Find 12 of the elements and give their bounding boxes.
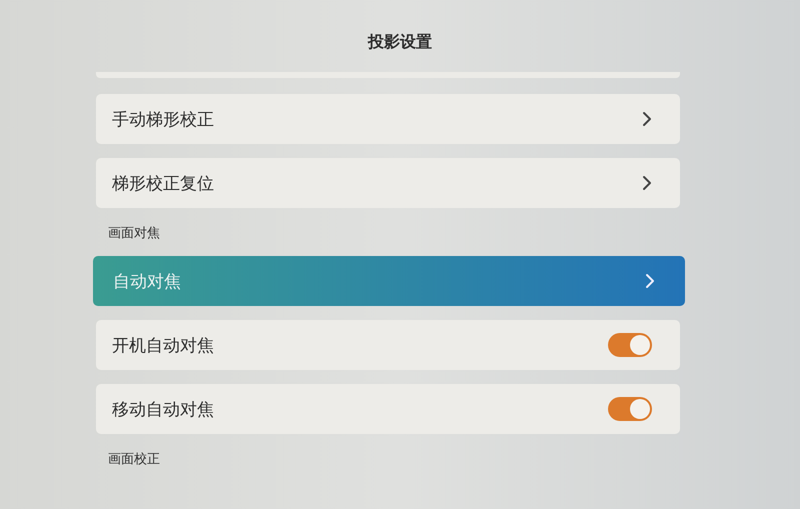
toggle-switch[interactable]	[608, 333, 652, 357]
menu-item[interactable]: 手动梯形校正	[96, 94, 680, 144]
chevron-icon	[642, 175, 652, 191]
page-title: 投影设置	[366, 31, 433, 53]
chevron-icon	[645, 273, 655, 289]
chevron-icon	[642, 111, 652, 127]
toggle-switch[interactable]	[608, 397, 652, 421]
toggle-label: 移动自动对焦	[112, 398, 214, 420]
menu-item[interactable]: 梯形校正复位	[96, 158, 680, 208]
toggle-label: 开机自动对焦	[112, 334, 214, 356]
section-header: 画面校正	[107, 451, 161, 469]
section-header: 画面对焦	[107, 225, 161, 243]
